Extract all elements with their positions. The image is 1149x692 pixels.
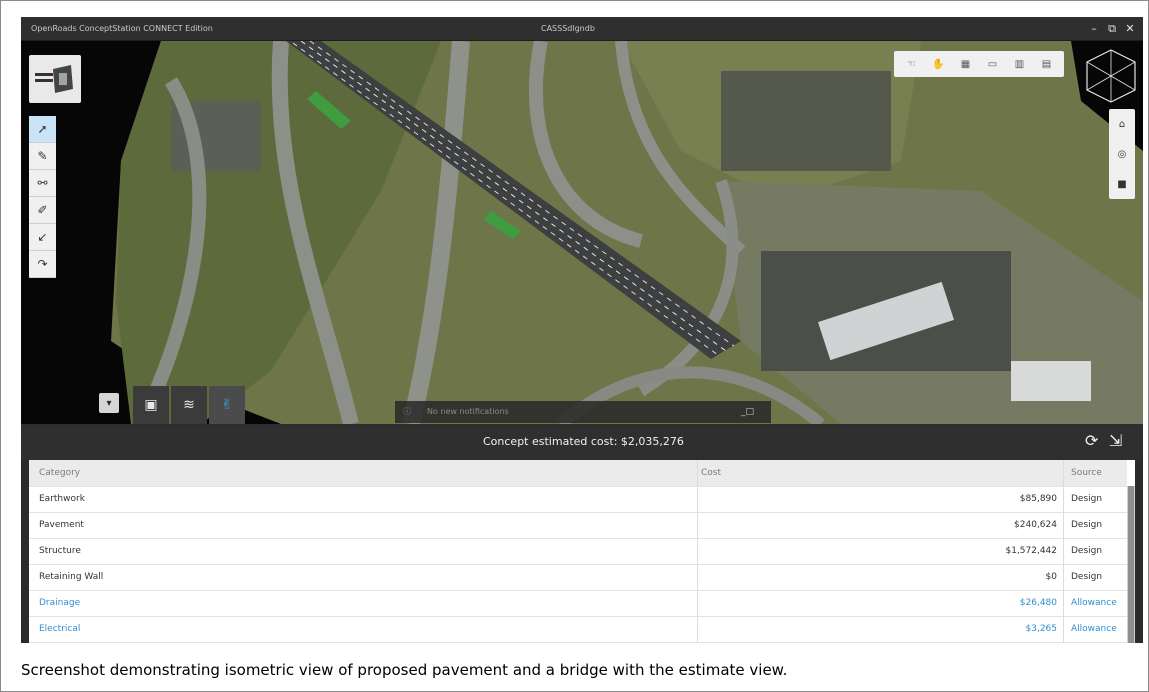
left-toolbar: ➚ ✎ ⚯ ✐ ↙ ↷ — [29, 116, 56, 278]
row-category: Retaining Wall — [39, 572, 104, 582]
row-cost: $0 — [1045, 572, 1057, 582]
notification-bar[interactable]: ⓘ No new notifications _□ — [395, 401, 771, 423]
column-header-category[interactable]: Category — [39, 460, 80, 486]
chevron-down-icon[interactable]: ▾ — [99, 393, 119, 413]
row-source: Design — [1071, 520, 1103, 530]
select-tool-icon[interactable]: ➚ — [29, 116, 56, 143]
app-title: OpenRoads ConceptStation CONNECT Edition — [31, 24, 213, 33]
figure-caption: Screenshot demonstrating isometric view … — [21, 661, 788, 679]
table-row[interactable]: Pavement $240,624 Design — [29, 512, 1127, 539]
info-icon: ⓘ — [403, 407, 411, 416]
export-icon[interactable]: ⇲ — [1109, 431, 1122, 450]
table-row[interactable]: Structure $1,572,442 Design — [29, 538, 1127, 565]
table-row[interactable]: Drainage $26,480 Allowance — [29, 590, 1127, 617]
3d-viewport[interactable]: ➚ ✎ ⚯ ✐ ↙ ↷ ☜ ✋ ▦ ▭ ▥ ▤ ⌂ ◎ ■ ▾ ▣ ≋ ✌ ⓘ … — [21, 41, 1143, 424]
minimize-button[interactable]: – — [1085, 17, 1103, 40]
aerial-scene — [111, 41, 1143, 424]
grid-view-icon[interactable]: ▦ — [957, 55, 975, 73]
panel-window-controls[interactable]: _□ — [741, 401, 754, 423]
split-view-icon[interactable]: ▥ — [1011, 55, 1029, 73]
estimate-header: Concept estimated cost: $2,035,276 ⟳ ⇲ — [21, 425, 1143, 460]
column-header-source[interactable]: Source — [1071, 460, 1102, 486]
row-category: Structure — [39, 546, 81, 556]
camera-icon[interactable]: ■ — [1109, 169, 1135, 199]
bridge-tool-icon[interactable]: ✐ — [29, 197, 56, 224]
row-source: Design — [1071, 572, 1103, 582]
figure-frame: OpenRoads ConceptStation CONNECT Edition… — [0, 0, 1149, 692]
row-category: Pavement — [39, 520, 84, 530]
column-divider — [1063, 460, 1064, 643]
edit-tool-icon[interactable]: ↙ — [29, 224, 56, 251]
row-cost: $240,624 — [1014, 520, 1057, 530]
row-category: Earthwork — [39, 494, 85, 504]
window-view-icon[interactable]: ▭ — [984, 55, 1002, 73]
file-name: CASSSdlgndb — [541, 24, 595, 33]
tab-layers-icon[interactable]: ≋ — [171, 386, 207, 424]
tab-image-icon[interactable]: ▣ — [133, 386, 169, 424]
estimate-table: Category Cost Source Earthwork $85,890 D… — [29, 460, 1135, 643]
view-cube-icon[interactable] — [1083, 46, 1139, 106]
row-cost-link[interactable]: $3,265 — [697, 616, 1058, 642]
concept-station-logo-icon — [35, 65, 73, 93]
table-row[interactable]: Retaining Wall $0 Design — [29, 564, 1127, 591]
intersection-tool-icon[interactable]: ⚯ — [29, 170, 56, 197]
draw-road-tool-icon[interactable]: ✎ — [29, 143, 56, 170]
row-cost: $1,572,442 — [1005, 546, 1057, 556]
row-category-link[interactable]: Drainage — [39, 590, 80, 616]
title-bar: OpenRoads ConceptStation CONNECT Edition… — [21, 17, 1143, 41]
row-source-link[interactable]: Allowance — [1071, 590, 1117, 616]
column-header-cost[interactable]: Cost — [701, 460, 721, 486]
row-source: Design — [1071, 494, 1103, 504]
scrollbar-thumb[interactable] — [1128, 486, 1134, 643]
notification-text: No new notifications — [427, 407, 509, 416]
redo-tool-icon[interactable]: ↷ — [29, 251, 56, 278]
refresh-icon[interactable]: ⟳ — [1085, 431, 1098, 450]
tab-estimate-icon[interactable]: ✌ — [209, 386, 245, 424]
table-row[interactable]: Earthwork $85,890 Design — [29, 486, 1127, 513]
estimated-cost-total: Concept estimated cost: $2,035,276 — [483, 435, 684, 448]
pan-icon[interactable]: ☜ — [903, 55, 921, 73]
home-icon[interactable]: ⌂ — [1109, 109, 1135, 139]
table-row[interactable]: Electrical $3,265 Allowance — [29, 616, 1127, 643]
row-category-link[interactable]: Electrical — [39, 616, 80, 642]
row-source: Design — [1071, 546, 1103, 556]
column-divider — [697, 460, 698, 643]
right-toolbar: ⌂ ◎ ■ — [1109, 109, 1135, 199]
row-cost-link[interactable]: $26,480 — [697, 590, 1057, 616]
view-toolbar: ☜ ✋ ▦ ▭ ▥ ▤ — [894, 51, 1064, 77]
orbit-icon[interactable]: ◎ — [1109, 139, 1135, 169]
app-window: OpenRoads ConceptStation CONNECT Edition… — [21, 17, 1143, 643]
hand-icon[interactable]: ✋ — [930, 55, 948, 73]
close-button[interactable]: ✕ — [1121, 17, 1139, 40]
table-view-icon[interactable]: ▤ — [1038, 55, 1056, 73]
table-scrollbar[interactable] — [1127, 486, 1135, 643]
row-source-link[interactable]: Allowance — [1071, 616, 1117, 642]
row-cost: $85,890 — [1019, 494, 1057, 504]
restore-button[interactable]: ⧉ — [1103, 17, 1121, 40]
table-header: Category Cost Source — [29, 460, 1127, 487]
app-logo[interactable] — [29, 55, 81, 103]
